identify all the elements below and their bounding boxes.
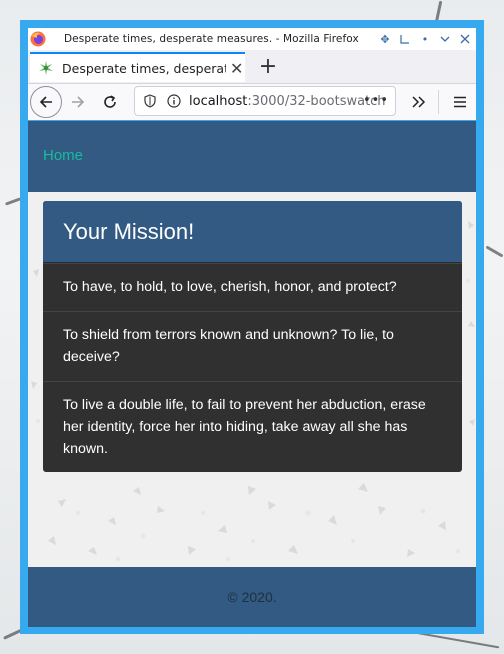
minimize-icon[interactable] — [398, 32, 412, 46]
list-item: To shield from terrors known and unknown… — [43, 311, 462, 381]
site-footer: © 2020. — [28, 567, 476, 627]
close-window-icon[interactable] — [458, 32, 472, 46]
browser-window: Desperate times, desperate measures. - M… — [20, 20, 484, 634]
forward-button[interactable] — [62, 86, 94, 118]
dot-icon[interactable]: • — [418, 32, 432, 46]
title-bar: Desperate times, desperate measures. - M… — [28, 28, 476, 50]
shield-icon[interactable] — [143, 94, 157, 108]
url-host: localhost — [189, 93, 248, 109]
card-title: Your Mission! — [63, 218, 195, 244]
chevron-down-icon[interactable] — [438, 32, 452, 46]
hamburger-menu-icon[interactable] — [446, 86, 474, 118]
forward-arrow-icon — [72, 96, 85, 108]
list-item: To have, to hold, to love, cherish, hono… — [43, 263, 462, 311]
leaf-icon — [39, 61, 53, 75]
new-tab-button[interactable]: + — [254, 52, 282, 80]
window-title: Desperate times, desperate measures. - M… — [64, 33, 359, 45]
navigation-toolbar: localhost:3000/32-bootswatch ••• — [28, 84, 476, 120]
reload-icon — [104, 95, 116, 108]
list-item: To live a double life, to fail to preven… — [43, 381, 462, 472]
site-navbar: Home — [28, 121, 476, 192]
toolbar-separator — [438, 90, 439, 114]
home-link[interactable]: Home — [43, 147, 83, 164]
move-icon[interactable]: ✥ — [378, 32, 392, 46]
overflow-menu-icon[interactable] — [405, 86, 433, 118]
tab-title: Desperate times, desperate measures. — [62, 60, 226, 76]
back-button[interactable] — [30, 86, 62, 118]
card-header: Your Mission! — [43, 201, 462, 263]
footer-copyright: © 2020. — [227, 589, 277, 605]
tab-active[interactable]: Desperate times, desperate measures. ✕ — [30, 52, 245, 82]
page-actions-icon[interactable]: ••• — [363, 93, 389, 108]
mission-card: Your Mission! To have, to hold, to love,… — [43, 201, 462, 472]
web-page: Home Your Mission! To have, to hold, to … — [28, 121, 476, 627]
info-icon[interactable] — [167, 94, 181, 108]
address-bar[interactable]: localhost:3000/32-bootswatch ••• — [134, 86, 396, 116]
firefox-logo-icon — [30, 31, 46, 47]
tab-strip: Desperate times, desperate measures. ✕ + — [28, 50, 476, 84]
reload-button[interactable] — [94, 86, 126, 118]
back-arrow-icon — [39, 96, 52, 108]
tab-close-icon[interactable]: ✕ — [230, 59, 243, 78]
